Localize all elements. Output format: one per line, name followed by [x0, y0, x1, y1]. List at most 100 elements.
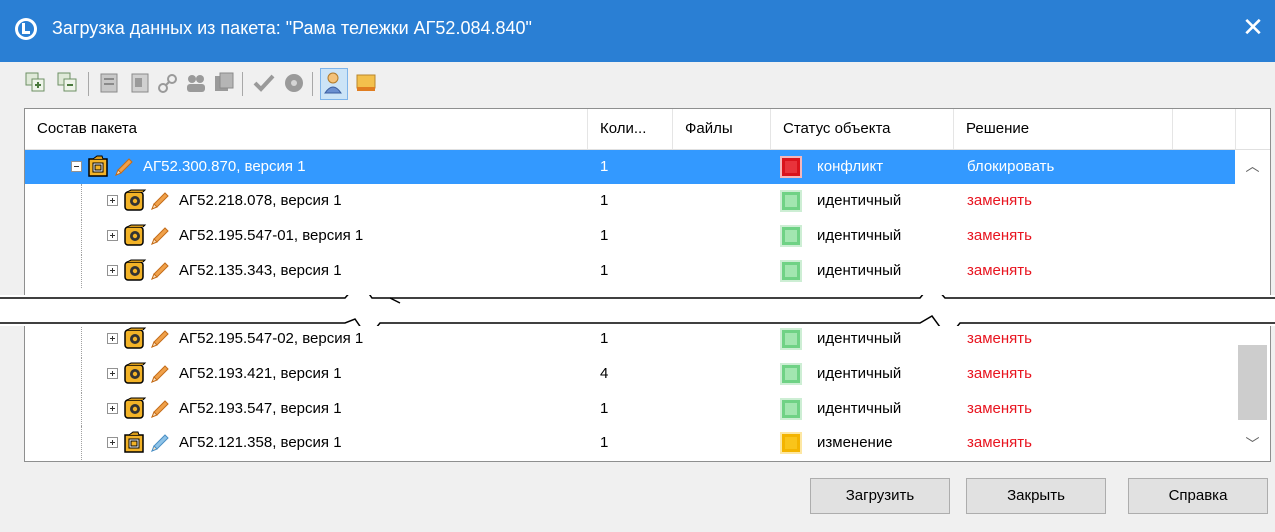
status-color-icon: [780, 260, 802, 282]
collapse-icon[interactable]: [71, 161, 82, 172]
part-icon: [124, 224, 147, 246]
object-name: АГ52.193.421, версия 1: [179, 365, 342, 382]
tree-connector: [81, 322, 82, 356]
scrollbar-thumb[interactable]: [1238, 345, 1267, 420]
monitor-icon[interactable]: [354, 70, 378, 96]
column-header-contents[interactable]: Состав пакета: [25, 109, 588, 149]
table-row[interactable]: АГ52.193.547, версия 1 1 идентичный заменят…: [25, 392, 1235, 426]
edit-pencil-icon: [151, 192, 169, 210]
document-icon[interactable]: [128, 70, 152, 96]
properties-icon[interactable]: [98, 70, 122, 96]
status-cell: конфликт: [817, 158, 884, 175]
toolbar-separator: [242, 72, 243, 96]
status-color-icon: [780, 328, 802, 350]
status-color-icon: [780, 156, 802, 178]
object-name: АГ52.300.870, версия 1: [143, 158, 306, 175]
table-row[interactable]: АГ52.218.078, версия 1 1 идентичный заменят…: [25, 184, 1235, 218]
assembly-icon: [88, 155, 108, 177]
decision-cell[interactable]: заменять: [955, 426, 1032, 460]
table-row[interactable]: АГ52.135.343, версия 1 1 идентичный заменят…: [25, 254, 1235, 288]
expand-icon[interactable]: [107, 333, 118, 344]
expand-icon[interactable]: [107, 195, 118, 206]
add-object-icon[interactable]: [24, 70, 48, 96]
files-cell: [673, 219, 681, 253]
gear-icon[interactable]: [282, 70, 306, 96]
expand-icon[interactable]: [107, 403, 118, 414]
tree-connector: [81, 392, 82, 426]
expand-icon[interactable]: [107, 368, 118, 379]
object-name: АГ52.193.547, версия 1: [179, 400, 342, 417]
edit-pencil-icon: [151, 365, 169, 383]
decision-cell[interactable]: заменять: [955, 357, 1032, 391]
quantity-cell: 4: [600, 365, 609, 382]
tree-connector: [81, 254, 82, 288]
expand-icon[interactable]: [107, 265, 118, 276]
column-header-status[interactable]: Статус объекта: [771, 109, 954, 149]
object-name: АГ52.195.547-01, версия 1: [179, 227, 364, 244]
decision-cell[interactable]: заменять: [955, 219, 1032, 253]
status-cell: идентичный: [817, 227, 902, 244]
table-row[interactable]: АГ52.193.421, версия 1 4 идентичный заменят…: [25, 357, 1235, 391]
copy-icon[interactable]: [212, 70, 236, 96]
decision-cell[interactable]: заменять: [955, 184, 1032, 218]
toolbar: [24, 66, 624, 106]
status-color-icon: [780, 398, 802, 420]
table-row[interactable]: АГ52.195.547-02, версия 1 1 идентичный заме…: [25, 322, 1235, 356]
edit-pencil-icon: [151, 434, 169, 452]
edit-pencil-icon: [115, 158, 133, 176]
check-icon[interactable]: [252, 70, 276, 96]
group-icon[interactable]: [184, 70, 208, 96]
files-cell: [673, 357, 681, 391]
toolbar-separator: [312, 72, 313, 96]
decision-cell[interactable]: заменять: [955, 254, 1032, 288]
decision-cell[interactable]: блокировать: [955, 150, 1054, 184]
close-button[interactable]: Закрыть: [966, 478, 1106, 514]
object-name: АГ52.121.358, версия 1: [179, 434, 342, 451]
status-cell: идентичный: [817, 192, 902, 209]
table-header: Состав пакета Коли... Файлы Статус объек…: [25, 109, 1270, 150]
part-icon: [124, 362, 147, 384]
column-header-spacer: [1173, 109, 1236, 149]
link-icon[interactable]: [156, 70, 180, 96]
app-logo-icon: [15, 18, 37, 40]
decision-cell[interactable]: заменять: [955, 322, 1032, 356]
remove-object-icon[interactable]: [56, 70, 80, 96]
status-cell: идентичный: [817, 262, 902, 279]
load-button[interactable]: Загрузить: [810, 478, 950, 514]
tree-connector: [81, 219, 82, 253]
break-lines: [0, 279, 1275, 340]
part-icon: [124, 189, 147, 211]
decision-cell[interactable]: заменять: [955, 392, 1032, 426]
scroll-up-icon[interactable]: ︿: [1236, 152, 1269, 182]
quantity-cell: 1: [600, 330, 609, 347]
quantity-cell: 1: [600, 227, 609, 244]
expand-icon[interactable]: [107, 437, 118, 448]
status-cell: идентичный: [817, 330, 902, 347]
object-name: АГ52.218.078, версия 1: [179, 192, 342, 209]
package-contents-table: Состав пакета Коли... Файлы Статус объек…: [24, 108, 1271, 462]
object-name: АГ52.195.547-02, версия 1: [179, 330, 364, 347]
toolbar-separator: [88, 72, 89, 96]
user-icon[interactable]: [320, 68, 348, 100]
part-icon: [124, 397, 147, 419]
close-icon[interactable]: ✕: [1239, 13, 1267, 43]
help-button[interactable]: Справка: [1128, 478, 1268, 514]
tree-connector: [81, 357, 82, 391]
status-cell: идентичный: [817, 400, 902, 417]
files-cell: [673, 426, 681, 460]
expand-icon[interactable]: [107, 230, 118, 241]
window-titlebar: Загрузка данных из пакета: "Рама тележки…: [0, 0, 1275, 62]
table-row[interactable]: АГ52.195.547-01, версия 1 1 идентичный заме…: [25, 219, 1235, 253]
column-header-decision[interactable]: Решение: [954, 109, 1173, 149]
part-icon: [124, 327, 147, 349]
edit-pencil-icon: [151, 330, 169, 348]
table-row[interactable]: АГ52.300.870, версия 1 1 конфликт блокирова…: [25, 150, 1235, 184]
files-cell: [673, 150, 681, 184]
status-cell: идентичный: [817, 365, 902, 382]
scroll-down-icon[interactable]: ﹀: [1236, 430, 1269, 460]
column-header-quantity[interactable]: Коли...: [588, 109, 673, 149]
status-color-icon: [780, 363, 802, 385]
column-header-files[interactable]: Файлы: [673, 109, 771, 149]
table-row[interactable]: АГ52.121.358, версия 1 1 изменение заменять: [25, 426, 1235, 460]
quantity-cell: 1: [600, 158, 609, 175]
